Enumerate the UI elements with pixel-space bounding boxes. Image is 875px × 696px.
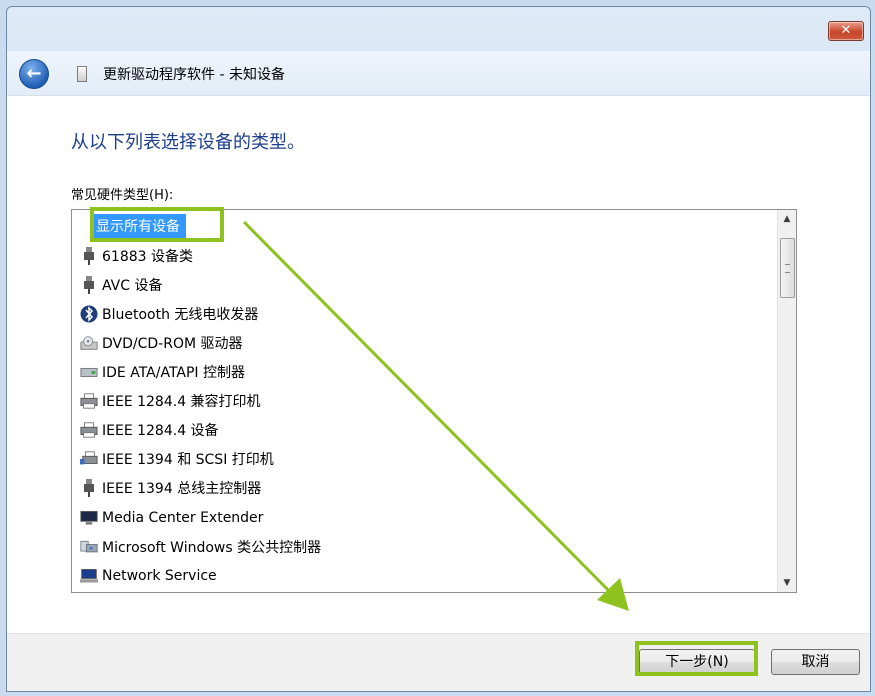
- list-item[interactable]: DVD/CD-ROM 驱动器: [80, 330, 243, 356]
- bluetooth-icon: [80, 304, 98, 324]
- list-item-label: AVC 设备: [102, 278, 163, 294]
- list-item[interactable]: AVC 设备: [80, 272, 162, 298]
- list-item[interactable]: 61883 设备类: [80, 243, 193, 269]
- list-item[interactable]: IEEE 1394 总线主控制器: [80, 475, 261, 501]
- scroll-up-arrow-icon[interactable]: ▲: [778, 210, 796, 228]
- cancel-button[interactable]: 取消: [771, 649, 860, 675]
- back-arrow-icon[interactable]: ←: [19, 59, 49, 89]
- list-item[interactable]: Microsoft Windows 类公共控制器: [80, 534, 321, 560]
- list-item-label: Media Center Extender: [102, 510, 264, 526]
- monitor-icon: [80, 508, 98, 528]
- highlight-box-next: [635, 641, 758, 676]
- list-item-label: IEEE 1394 和 SCSI 打印机: [102, 452, 274, 468]
- list-item-label: Network Service: [102, 568, 217, 584]
- device-icon: [77, 66, 87, 82]
- dialog-header: ← 更新驱动程序软件 - 未知设备: [7, 51, 870, 96]
- list-item[interactable]: Bluetooth 无线电收发器: [80, 301, 258, 327]
- highlight-box-show-all: [90, 207, 224, 242]
- usb-plug-icon: [80, 246, 98, 266]
- window-title: 更新驱动程序软件 - 未知设备: [103, 67, 285, 83]
- list-item[interactable]: IEEE 1284.4 兼容打印机: [80, 388, 261, 414]
- usb-plug-icon: [80, 478, 98, 498]
- controller-icon: [80, 537, 98, 557]
- grip-icon: [785, 264, 790, 273]
- close-button[interactable]: ✕: [828, 21, 864, 41]
- usb-plug-icon: [80, 275, 98, 295]
- dialog-content: ← 更新驱动程序软件 - 未知设备 从以下列表选择设备的类型。 常见硬件类型(H…: [7, 51, 870, 691]
- list-item-label: Bluetooth 无线电收发器: [102, 307, 259, 323]
- cdrom-drive-icon: [80, 333, 98, 353]
- list-item[interactable]: Network Service: [80, 563, 217, 589]
- list-item-label: 61883 设备类: [102, 249, 193, 265]
- list-item-label: Microsoft Windows 类公共控制器: [102, 540, 322, 556]
- scroll-down-arrow-icon[interactable]: ▼: [778, 574, 796, 592]
- ide-controller-icon: [80, 362, 98, 382]
- hardware-type-list[interactable]: 显示所有设备 61883 设备类 AVC 设备 Bluetooth 无线电收发器: [71, 209, 797, 593]
- network-printer-icon: [80, 449, 98, 469]
- list-item-label: IEEE 1284.4 兼容打印机: [102, 394, 261, 410]
- list-scrollbar[interactable]: ▲ ▼: [777, 210, 796, 592]
- list-item[interactable]: IEEE 1284.4 设备: [80, 417, 219, 443]
- dialog-window: ✕ ← 更新驱动程序软件 - 未知设备 从以下列表选择设备的类型。 常见硬件类型…: [6, 6, 871, 692]
- list-item-label: IDE ATA/ATAPI 控制器: [102, 365, 246, 381]
- scrollbar-thumb[interactable]: [780, 238, 795, 298]
- list-item-label: DVD/CD-ROM 驱动器: [102, 336, 243, 352]
- network-computer-icon: [80, 566, 98, 586]
- printer-icon: [80, 391, 98, 411]
- list-item[interactable]: IDE ATA/ATAPI 控制器: [80, 359, 245, 385]
- list-item[interactable]: IEEE 1394 和 SCSI 打印机: [80, 446, 274, 472]
- printer-icon: [80, 420, 98, 440]
- hardware-type-label: 常见硬件类型(H):: [71, 188, 174, 203]
- list-item-label: IEEE 1284.4 设备: [102, 423, 219, 439]
- list-item[interactable]: Media Center Extender: [80, 505, 263, 531]
- list-item-label: IEEE 1394 总线主控制器: [102, 481, 262, 497]
- page-heading: 从以下列表选择设备的类型。: [71, 132, 305, 153]
